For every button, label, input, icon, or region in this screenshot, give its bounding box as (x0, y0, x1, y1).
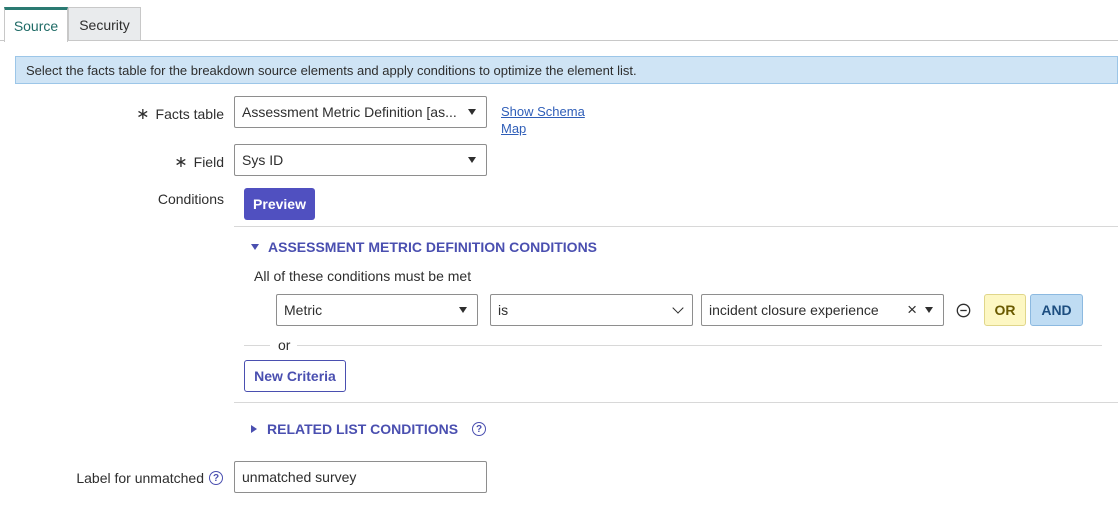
unmatched-input[interactable]: unmatched survey (234, 461, 487, 493)
related-list-conditions-title: RELATED LIST CONDITIONS (267, 421, 459, 437)
tab-security-label: Security (79, 16, 130, 33)
help-icon[interactable]: ? (472, 422, 486, 436)
divider (234, 226, 1118, 227)
condition-field-value: Metric (284, 302, 323, 318)
conditions-label: Conditions (157, 191, 224, 207)
show-schema-map-line2: Map (501, 121, 527, 136)
clear-icon[interactable]: × (907, 300, 917, 320)
tab-source[interactable]: Source (4, 7, 68, 42)
field-label: ∗ Field (100, 152, 224, 172)
caret-down-icon (468, 157, 476, 163)
condition-value-text: incident closure experience (709, 302, 879, 318)
field-value: Sys ID (242, 152, 284, 168)
related-list-conditions-toggle[interactable]: RELATED LIST CONDITIONS (251, 421, 458, 437)
unmatched-input-value: unmatched survey (242, 469, 357, 485)
caret-down-icon (925, 307, 933, 313)
or-button[interactable]: OR (984, 294, 1026, 326)
tab-security[interactable]: Security (68, 7, 141, 41)
assessment-conditions-title: ASSESSMENT METRIC DEFINITION CONDITIONS (268, 239, 598, 255)
field-select[interactable]: Sys ID (234, 144, 487, 176)
conditions-rule-text: All of these conditions must be met (254, 268, 472, 284)
condition-operator-value: is (498, 302, 509, 318)
condition-field-select[interactable]: Metric (276, 294, 478, 326)
remove-condition-icon[interactable] (956, 303, 971, 318)
field-label-text: Field (193, 154, 224, 170)
caret-down-icon (459, 307, 467, 313)
or-separator-text: or (278, 337, 291, 353)
condition-operator-select[interactable]: is (490, 294, 693, 326)
help-icon[interactable]: ? (209, 471, 223, 485)
assessment-conditions-toggle[interactable]: ASSESSMENT METRIC DEFINITION CONDITIONS (251, 239, 597, 255)
caret-down-icon (468, 109, 476, 115)
info-banner-text: Select the facts table for the breakdown… (26, 62, 637, 78)
required-mark: ∗ (174, 154, 188, 171)
show-schema-map-link[interactable]: Show Schema Map (501, 103, 585, 137)
and-button[interactable]: AND (1030, 294, 1083, 326)
facts-table-label-text: Facts table (155, 106, 224, 122)
triangle-down-icon (251, 244, 259, 250)
or-separator-line-right (297, 345, 1102, 346)
tab-divider (0, 40, 1118, 41)
facts-table-select[interactable]: Assessment Metric Definition [as... (234, 96, 487, 128)
triangle-right-icon (251, 425, 257, 433)
or-separator-line-left (244, 345, 270, 346)
divider (234, 402, 1118, 403)
new-criteria-button[interactable]: New Criteria (244, 360, 346, 392)
unmatched-label: Label for unmatched (76, 470, 204, 486)
required-mark: ∗ (136, 106, 150, 123)
tab-source-label: Source (13, 18, 59, 34)
facts-table-label: ∗ Facts table (100, 104, 224, 124)
condition-value-select[interactable]: incident closure experience × (701, 294, 944, 326)
preview-button[interactable]: Preview (244, 188, 315, 220)
info-banner: Select the facts table for the breakdown… (15, 56, 1118, 84)
facts-table-value: Assessment Metric Definition [as... (242, 104, 457, 120)
show-schema-map-line1: Show Schema (501, 104, 585, 119)
chevron-down-icon (672, 302, 684, 314)
